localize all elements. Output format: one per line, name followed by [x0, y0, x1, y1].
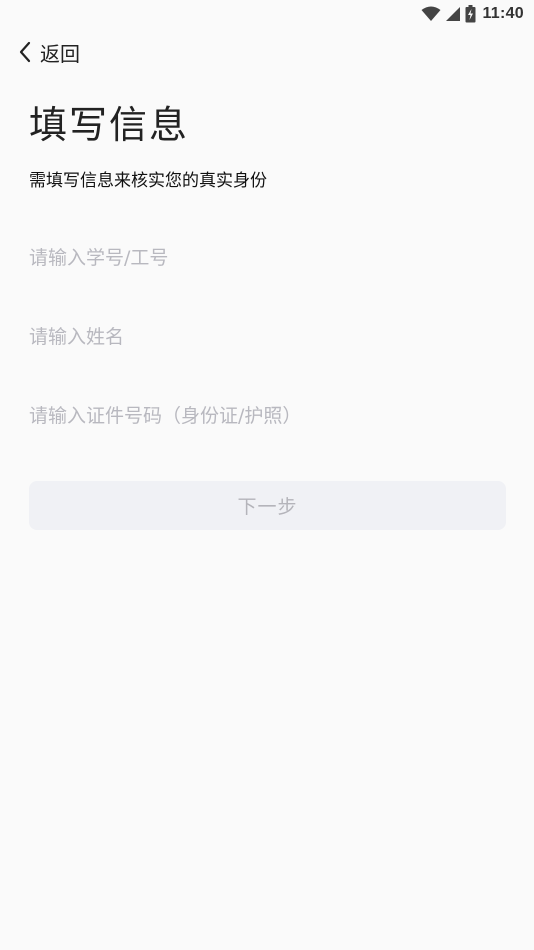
wifi-icon: [421, 6, 441, 22]
id-number-input[interactable]: [29, 396, 505, 436]
name-input[interactable]: [29, 317, 505, 357]
battery-icon: [465, 5, 476, 23]
status-icons: [421, 5, 476, 23]
status-time: 11:40: [482, 5, 524, 22]
back-button[interactable]: 返回: [18, 36, 80, 68]
next-button[interactable]: 下一步: [29, 481, 506, 530]
page-subtitle: 需填写信息来核实您的真实身份: [29, 171, 267, 191]
page-title: 填写信息: [29, 103, 190, 147]
back-label: 返回: [40, 41, 80, 66]
status-bar: 11:40: [0, 0, 534, 28]
cell-signal-icon: [445, 6, 461, 22]
chevron-left-icon: [18, 41, 40, 63]
student-id-input[interactable]: [29, 238, 505, 278]
